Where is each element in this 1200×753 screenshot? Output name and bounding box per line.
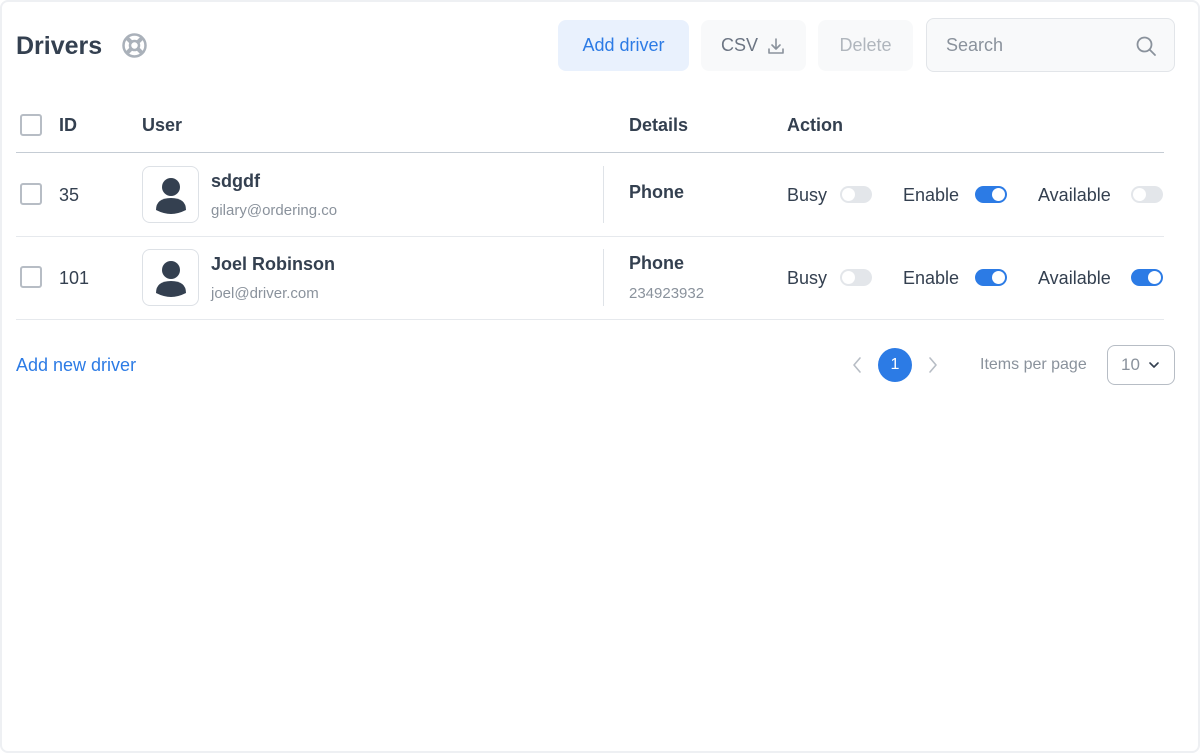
page-frame (0, 0, 1200, 753)
available-label: Available (1038, 185, 1111, 205)
add-new-driver-link[interactable]: Add new driver (16, 354, 136, 376)
items-per-page-label: Items per page (980, 356, 1087, 373)
column-header-id: ID (59, 115, 77, 135)
user-avatar-icon (155, 177, 186, 214)
available-toggle[interactable] (1131, 269, 1163, 286)
busy-label: Busy (787, 185, 828, 205)
table-header-divider (16, 152, 1164, 153)
csv-label: CSV (720, 35, 758, 55)
driver-id: 35 (59, 185, 80, 205)
chevron-left-icon[interactable] (850, 355, 864, 375)
items-per-page-select[interactable]: 10 (1107, 345, 1175, 385)
csv-export-button[interactable]: CSV (701, 20, 806, 71)
delete-button[interactable]: Delete (818, 20, 913, 71)
add-driver-label: Add driver (582, 35, 665, 55)
enable-label: Enable (903, 185, 960, 205)
column-header-details: Details (629, 115, 689, 135)
page-title: Drivers (16, 32, 103, 60)
busy-label: Busy (787, 268, 828, 288)
enable-label: Enable (903, 268, 960, 288)
toggle-knob (992, 271, 1005, 284)
add-driver-button[interactable]: Add driver (558, 20, 689, 71)
detail-value: 234923932 (629, 285, 705, 302)
driver-email: gilary@ordering.co (211, 202, 338, 219)
available-toggle[interactable] (1131, 186, 1163, 203)
download-icon (768, 37, 784, 54)
search-box (926, 18, 1175, 72)
driver-name: Joel Robinson (211, 254, 336, 274)
chevron-right-icon[interactable] (926, 355, 940, 375)
toggle-knob (1148, 271, 1161, 284)
search-input[interactable] (928, 20, 1118, 70)
avatar (142, 166, 199, 223)
toggle-knob (1133, 188, 1146, 201)
column-header-action: Action (787, 115, 843, 135)
toggle-knob (992, 188, 1005, 201)
avatar (142, 249, 199, 306)
row-divider (16, 319, 1164, 320)
available-label: Available (1038, 268, 1111, 288)
delete-label: Delete (839, 35, 892, 55)
driver-name: sdgdf (211, 171, 260, 191)
driver-id: 101 (59, 268, 90, 288)
row-checkbox[interactable] (20, 183, 42, 205)
row-divider (16, 236, 1164, 237)
enable-toggle[interactable] (975, 269, 1007, 286)
enable-toggle[interactable] (975, 186, 1007, 203)
user-avatar-icon (155, 260, 186, 297)
toggle-knob (842, 188, 855, 201)
chevron-down-icon (1149, 362, 1159, 368)
busy-toggle[interactable] (840, 186, 872, 203)
select-all-checkbox[interactable] (20, 114, 42, 136)
busy-toggle[interactable] (840, 269, 872, 286)
lifebuoy-icon[interactable] (121, 32, 148, 59)
column-divider (603, 249, 604, 306)
detail-label: Phone (629, 253, 685, 273)
items-per-page-value: 10 (1121, 355, 1140, 374)
page-number-current[interactable]: 1 (878, 348, 912, 382)
column-divider (603, 166, 604, 223)
search-icon[interactable] (1135, 35, 1157, 57)
row-checkbox[interactable] (20, 266, 42, 288)
column-header-user: User (142, 115, 183, 135)
driver-email: joel@driver.com (211, 285, 319, 302)
detail-label: Phone (629, 182, 685, 202)
toggle-knob (842, 271, 855, 284)
